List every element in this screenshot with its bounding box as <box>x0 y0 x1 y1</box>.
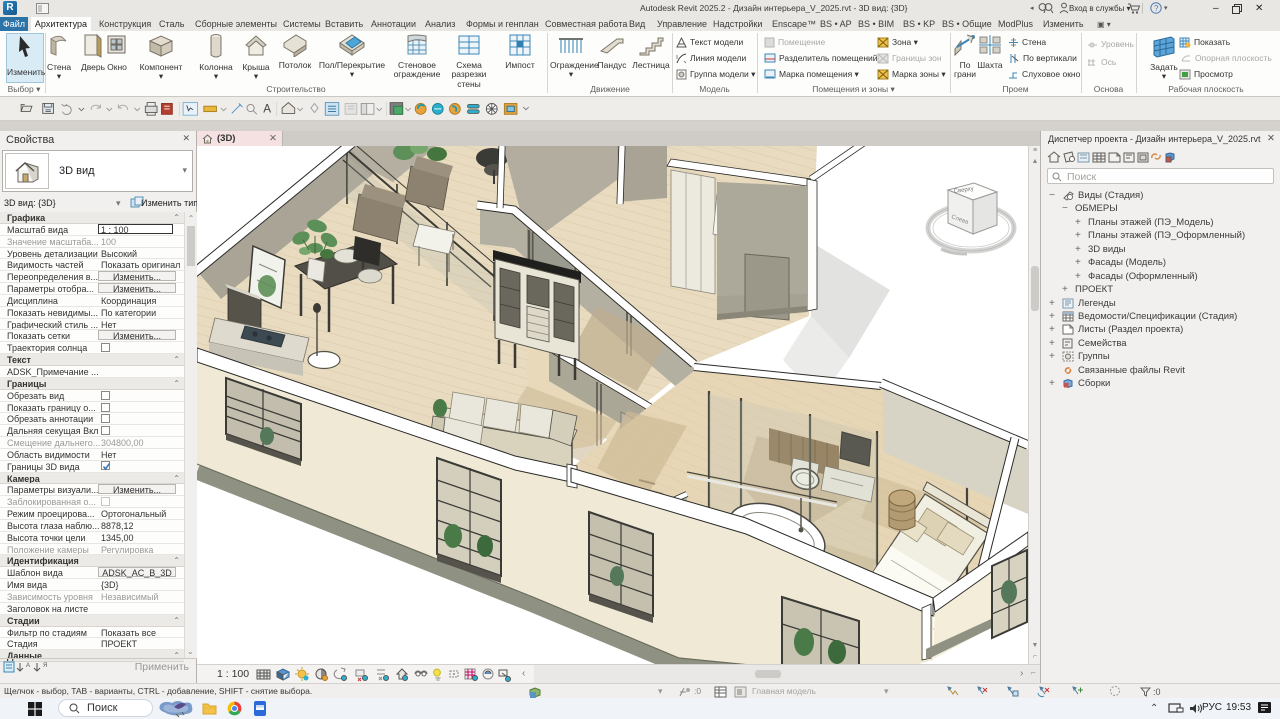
svg-text:A: A <box>263 102 271 115</box>
svg-text:Я: Я <box>43 663 47 669</box>
svg-text::0: :0 <box>1153 687 1161 697</box>
svg-text:A: A <box>26 663 30 669</box>
svg-text:?: ? <box>1154 4 1159 13</box>
